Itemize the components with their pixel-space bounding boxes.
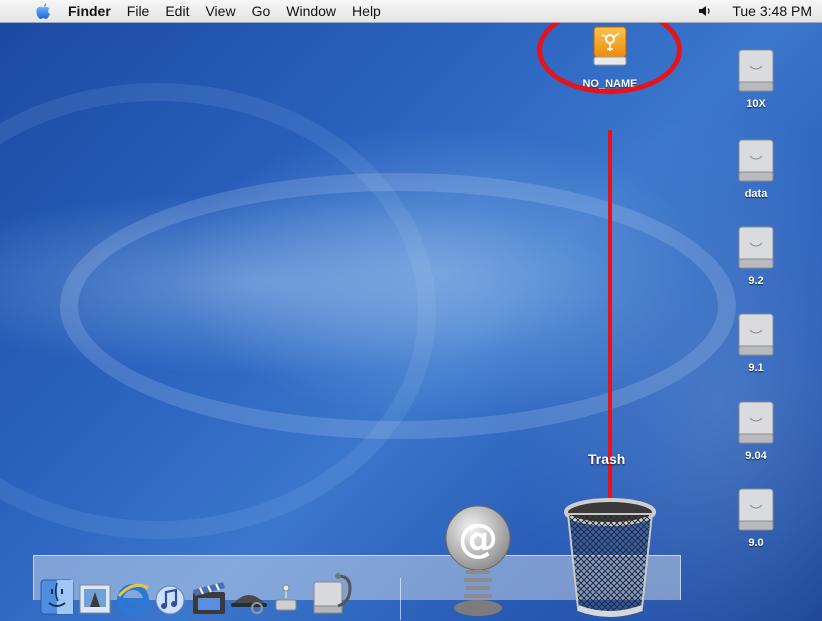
internet-explorer-icon[interactable] [116,582,150,616]
menu-edit[interactable]: Edit [165,0,189,22]
hard-disk-icon [738,139,774,182]
menu-window[interactable]: Window [286,0,336,22]
finder-icon[interactable] [40,579,74,615]
speaker-icon[interactable] [698,4,714,18]
sherlock-icon[interactable] [230,588,268,614]
desktop [0,23,822,621]
imovie-icon[interactable] [190,580,228,616]
hard-disk-icon [738,313,774,356]
svg-text:@: @ [458,516,498,562]
disk-9-1[interactable]: 9.1 [724,312,788,374]
disk-9-0[interactable]: 9.0 [724,487,788,549]
wallpaper-swoosh [0,83,436,539]
disk-9-04[interactable]: 9.04 [724,400,788,462]
apple-logo-icon[interactable] [34,2,52,20]
hard-disk-icon [738,401,774,444]
disk-label: 9.2 [748,275,764,287]
menu-go[interactable]: Go [252,0,271,22]
disk-label: data [744,188,768,200]
disk-label: 9.0 [748,537,764,549]
preview-icon[interactable] [78,583,112,615]
disk-9-2[interactable]: 9.2 [724,225,788,287]
system-preferences-icon[interactable] [272,584,300,614]
itunes-icon[interactable] [154,582,186,616]
trash-label: Trash [588,451,626,467]
disk-label: 9.04 [745,450,767,462]
disk-label: 9.1 [748,362,764,374]
menu-help[interactable]: Help [352,0,381,22]
disk-label: 10X [746,98,766,110]
disk-data[interactable]: data [724,138,788,200]
hard-disk-icon [738,226,774,269]
disk-utility-icon[interactable] [310,572,356,616]
trash-icon[interactable] [560,496,660,620]
menu-view[interactable]: View [205,0,235,22]
hard-disk-icon [738,49,774,92]
menu-file[interactable]: File [127,0,150,22]
disk-10x[interactable]: 10X [724,48,788,110]
menu-finder[interactable]: Finder [68,0,111,22]
menu-clock[interactable]: Tue 3:48 PM [732,3,812,19]
mail-icon[interactable]: @ [438,502,518,618]
dock-divider [400,578,401,620]
hard-disk-icon [738,488,774,531]
menu-bar: Finder File Edit View Go Window Help Tue… [0,0,822,23]
